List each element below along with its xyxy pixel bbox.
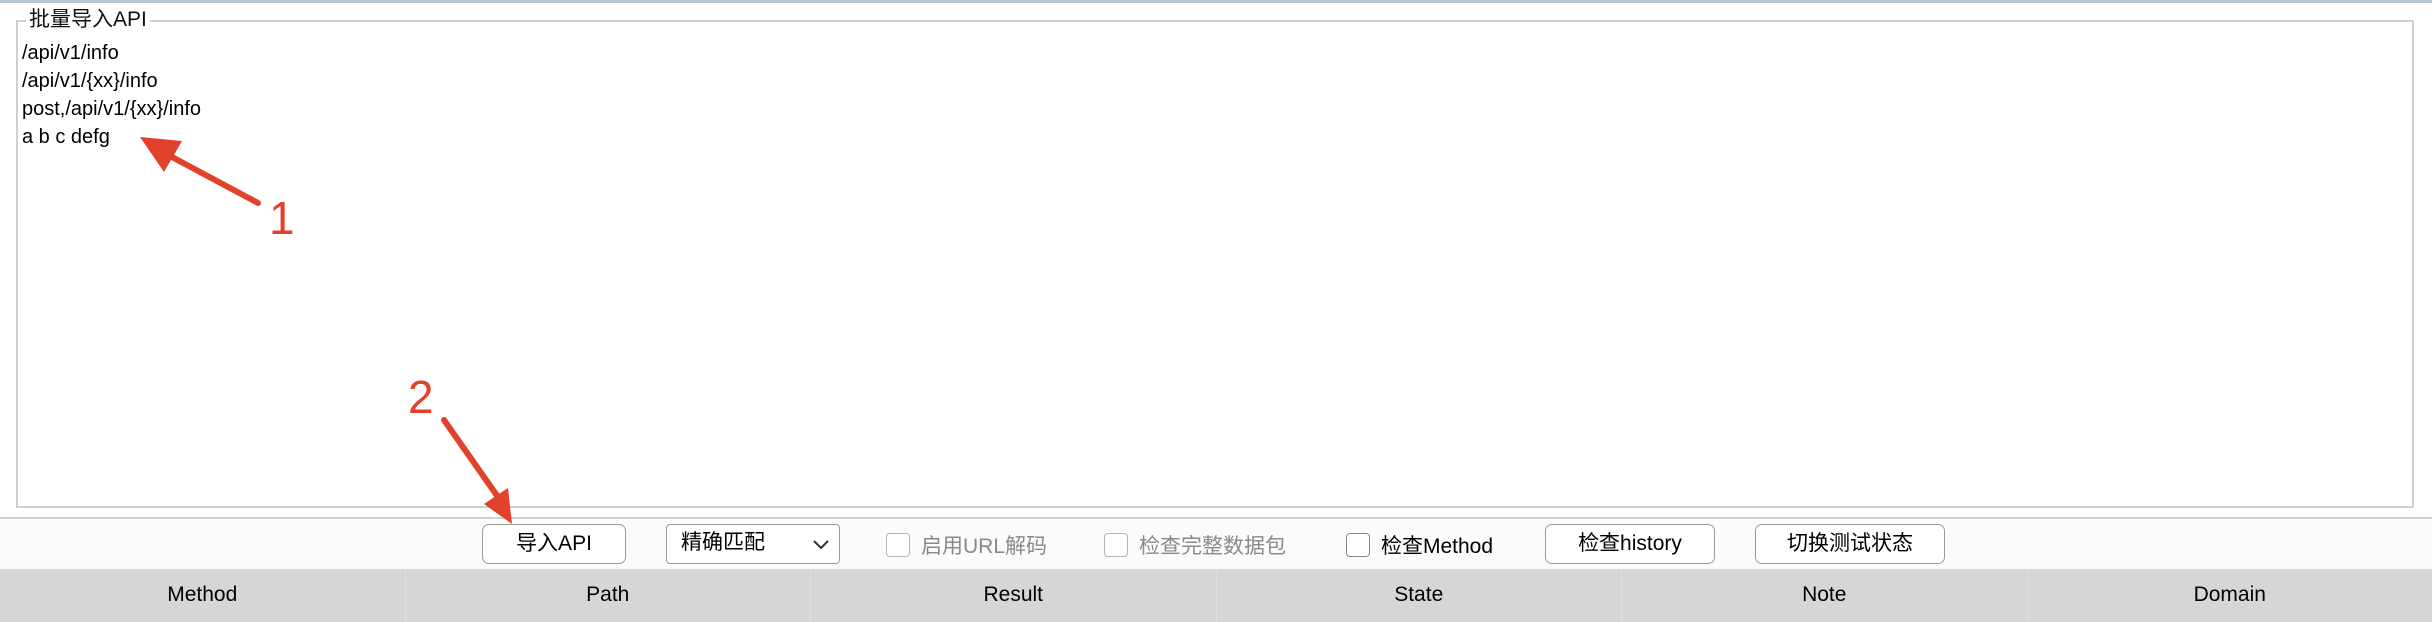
annotation-arrow-2 <box>441 417 512 524</box>
annotation-arrows <box>140 137 512 524</box>
annotation-label-1: 1 <box>269 192 295 244</box>
annotation-arrow-1 <box>140 137 261 206</box>
annotation-label-2: 2 <box>408 371 434 423</box>
